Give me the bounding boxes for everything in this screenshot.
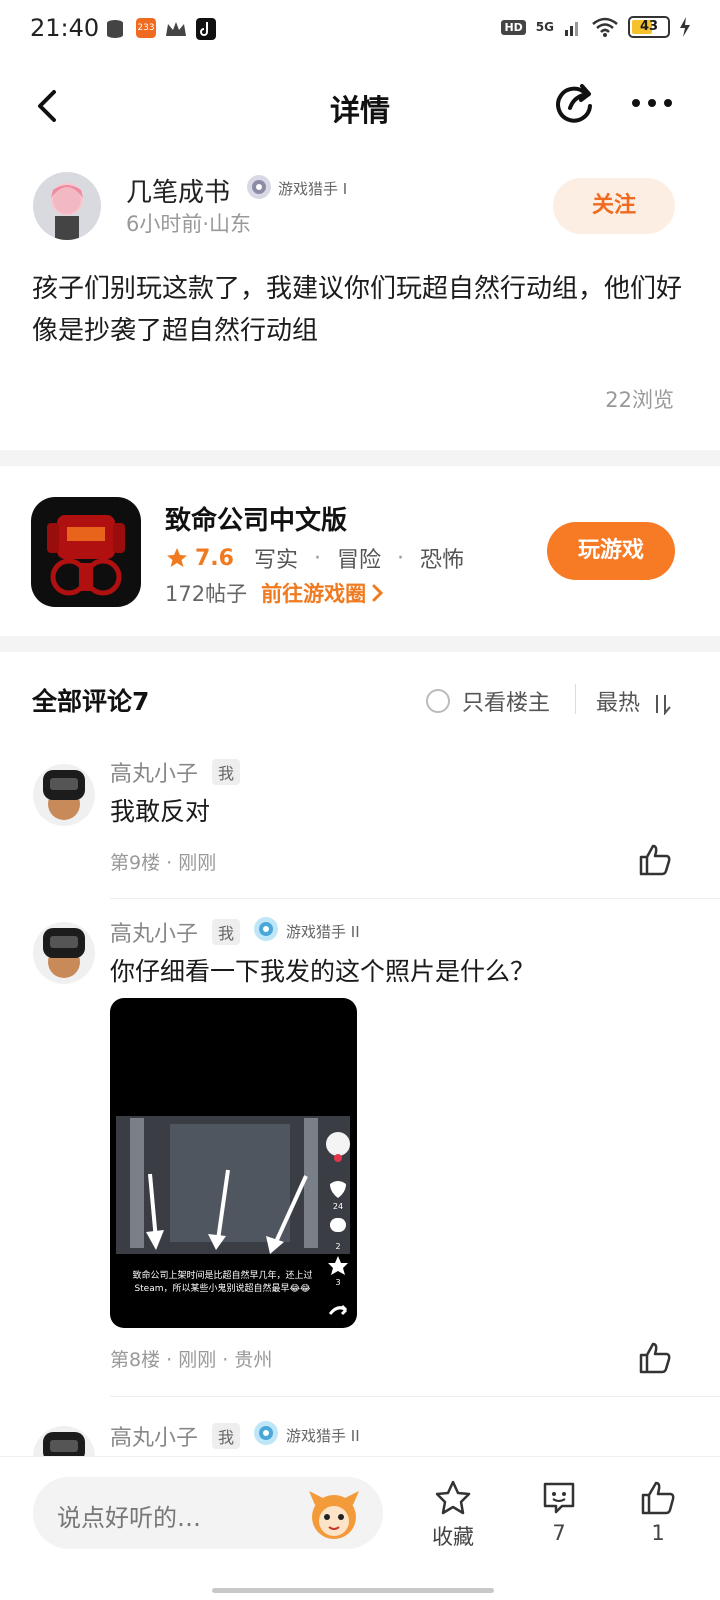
more-icon[interactable]: [628, 86, 676, 120]
like-icon[interactable]: [637, 1340, 673, 1376]
game-rating-row: 7.6 写实 · 冒险 · 恐怖: [165, 542, 464, 574]
section-divider: [0, 450, 720, 466]
chevron-right-icon: [372, 584, 384, 602]
sort-button[interactable]: 最热: [596, 685, 673, 717]
comment-author[interactable]: 高丸小子: [110, 1420, 198, 1452]
image-like-count: 24: [332, 1202, 344, 1211]
comment-icon: [543, 1482, 575, 1514]
game-icon[interactable]: [31, 497, 141, 607]
header-divider: [575, 684, 576, 714]
mascot-icon[interactable]: [305, 1487, 363, 1541]
crown-icon: [166, 22, 186, 36]
wifi-icon: [592, 17, 618, 37]
bottom-bar: 说点好听的… 收藏 7 1: [0, 1456, 720, 1600]
comment-input[interactable]: 说点好听的…: [33, 1477, 383, 1549]
app-badge-icon: 233: [136, 18, 156, 38]
author-avatar[interactable]: [33, 172, 101, 240]
goto-circle-link[interactable]: 前往游戏圈: [261, 578, 366, 608]
avatar-illustration: [51, 185, 83, 240]
me-tag: 我: [212, 919, 241, 945]
image-caption: 致命公司上架时间是比超自然早几年，还上过Steam，所以某些小鬼别说超自然最早😂…: [132, 1271, 313, 1294]
comment-meta: 第8楼 · 刚刚 · 贵州: [110, 1349, 273, 1371]
game-post-count: 172帖子: [165, 582, 248, 606]
comment-button[interactable]: 7: [529, 1479, 589, 1545]
signal-icon: [565, 22, 578, 36]
radio-icon[interactable]: [426, 689, 450, 713]
hunter-badge-icon: [254, 917, 278, 941]
image-fav-count: 3: [335, 1278, 341, 1287]
game-tag: 写实: [253, 548, 298, 573]
game-rating: 7.6: [195, 545, 234, 571]
comment-avatar[interactable]: [33, 922, 95, 984]
comment-divider: [110, 898, 720, 899]
status-right: HD 5G 43: [501, 16, 690, 38]
play-game-button[interactable]: 玩游戏: [547, 522, 675, 580]
only-owner-toggle[interactable]: 只看楼主: [426, 685, 550, 717]
hd-icon: HD: [501, 19, 526, 35]
nav-bar: 详情: [0, 64, 720, 148]
comment-text: 你仔细看一下我发的这个照片是什么？: [110, 957, 536, 986]
game-tag: 恐怖: [420, 548, 465, 573]
page-title: 详情: [330, 94, 390, 129]
favorite-label: 收藏: [432, 1525, 474, 1549]
post-meta: 6小时前·山东: [126, 212, 252, 236]
hunter-badge-icon: [254, 1421, 278, 1445]
sort-label: 最热: [596, 691, 641, 716]
home-indicator[interactable]: [212, 1588, 494, 1593]
status-time: 21:40: [30, 14, 100, 42]
section-divider: [0, 636, 720, 652]
comment-image[interactable]: 24 2 3 致命公司上架时间是比超自然早几年，还上过Steam，所以某些小鬼别…: [110, 998, 357, 1328]
charging-icon: [680, 17, 690, 37]
game-posts-row: 172帖子 前往游戏圈: [165, 578, 386, 608]
star-outline-icon: [435, 1480, 471, 1515]
favorite-button[interactable]: 收藏: [423, 1479, 483, 1551]
me-tag: 我: [212, 759, 241, 785]
network-label: 5G: [535, 20, 554, 34]
comments-title: 全部评论7: [32, 687, 150, 716]
comment-text: 我敢反对: [110, 797, 211, 826]
comment-divider: [110, 1396, 720, 1397]
like-icon[interactable]: [637, 842, 673, 878]
comment-meta: 第9楼 · 刚刚: [110, 852, 217, 874]
game-title[interactable]: 致命公司中文版: [165, 500, 347, 537]
only-owner-label: 只看楼主: [462, 691, 551, 716]
like-button[interactable]: 1: [628, 1479, 688, 1545]
game-tag: 冒险: [337, 548, 382, 573]
view-count: 22浏览: [605, 388, 674, 412]
hunter-badge-icon: [247, 175, 271, 199]
me-tag: 我: [212, 1423, 241, 1449]
avatar-helmet-icon: [43, 770, 85, 820]
comment-author[interactable]: 高丸小子: [110, 756, 198, 788]
avatar-helmet-icon: [43, 928, 85, 978]
comment-avatar[interactable]: [33, 764, 95, 826]
tiktok-icon: [196, 18, 216, 40]
status-bar: 21:40 233 HD 5G 43: [0, 0, 720, 56]
share-icon[interactable]: [552, 80, 598, 126]
follow-button[interactable]: 关注: [553, 178, 675, 234]
tag-separator: ·: [314, 545, 321, 571]
image-comment-count: 2: [335, 1242, 341, 1251]
comment-badge-label: 游戏猎手 II: [286, 923, 360, 941]
author-badge-label: 游戏猎手 I: [278, 180, 348, 198]
database-icon: [107, 20, 123, 38]
tag-separator: ·: [397, 545, 405, 571]
game-logo-icon: [47, 515, 125, 596]
comment-author[interactable]: 高丸小子: [110, 916, 198, 948]
battery-icon: 43: [628, 16, 670, 38]
comment-count: 7: [552, 1521, 566, 1545]
comment-badge-label: 游戏猎手 II: [286, 1427, 360, 1445]
thumbs-up-icon: [641, 1481, 675, 1515]
comment-input-placeholder: 说点好听的…: [57, 1504, 201, 1532]
star-icon: [167, 548, 187, 567]
like-count: 1: [651, 1521, 665, 1545]
post-body: 孩子们别玩这款了，我建议你们玩超自然行动组，他们好像是抄袭了超自然行动组: [32, 274, 683, 346]
sort-icon: [656, 695, 671, 716]
author-name[interactable]: 几笔成书: [126, 172, 230, 209]
